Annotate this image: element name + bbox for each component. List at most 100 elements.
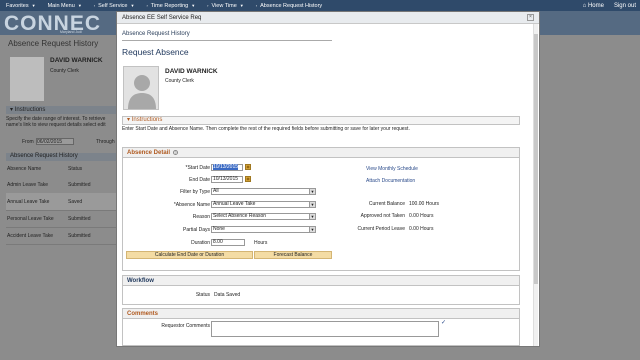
row-name-link[interactable]: Annual Leave Take: [6, 199, 68, 205]
nav-favorites-label: Favorites: [6, 2, 29, 9]
avatar: [10, 57, 44, 101]
logo-subtitle: Maryland Judi: [60, 30, 82, 34]
row-name-link[interactable]: Admin Leave Take: [6, 182, 68, 188]
table-row[interactable]: Admin Leave Take Submitted: [6, 176, 116, 194]
start-date-label: *Start Date: [185, 165, 210, 171]
person-icon: [128, 75, 156, 109]
table-row[interactable]: Accident Leave Take Submitted: [6, 227, 116, 245]
chevron-down-icon: ▼: [309, 214, 315, 219]
absence-detail-header: Absence Detail?: [123, 148, 519, 158]
nav-self-service-label: Self Service: [98, 2, 128, 9]
reason-label: Reason: [192, 214, 210, 220]
column-header-name: Absence Name: [7, 166, 42, 172]
instructions-text-2: name's link to view request details sele…: [6, 122, 106, 128]
status-value: Data Saved: [214, 292, 241, 298]
partial-days-label: Partial Days: [183, 227, 210, 233]
employee-role: County Clerk: [165, 78, 194, 84]
breadcrumb[interactable]: Absence Request History: [122, 31, 190, 37]
logo-text: CONNEC: [4, 12, 102, 35]
instructions-label: Instructions: [14, 107, 46, 113]
request-title: Request Absence: [122, 47, 189, 57]
page-title: Absence Request History: [8, 39, 99, 48]
scrollbar-thumb[interactable]: [534, 34, 538, 284]
chevron-down-icon: ▼: [309, 227, 315, 232]
absence-name-value: Annual Leave Take: [213, 201, 256, 207]
from-date-input[interactable]: 06/02/2015: [36, 138, 74, 145]
spell-check-icon[interactable]: ✓: [441, 319, 446, 326]
absence-request-modal: Absence EE Self Service Req × Absence Re…: [116, 11, 540, 347]
table-row[interactable]: Personal Leave Take Submitted: [6, 210, 116, 228]
workflow-header: Workflow: [123, 276, 519, 286]
start-date-input[interactable]: 10/13/2015: [211, 164, 243, 171]
reason-select[interactable]: Select Absence Reason ▼: [211, 213, 316, 220]
attach-documentation-link[interactable]: Attach Documentation: [366, 178, 415, 184]
chevron-down-icon: ▼: [31, 3, 36, 8]
modal-title-bar: Absence EE Self Service Req ×: [117, 12, 539, 24]
end-date-input[interactable]: 10/13/2015: [211, 176, 243, 183]
forecast-balance-button[interactable]: Forecast Balance: [254, 251, 332, 259]
partial-days-select[interactable]: None ▼: [211, 226, 316, 233]
home-icon: ⌂: [582, 2, 587, 9]
duration-unit: Hours: [254, 240, 268, 246]
filter-type-value: All: [213, 188, 219, 194]
nav-view-time[interactable]: › View Time ▼: [201, 3, 250, 9]
calculate-end-date-button[interactable]: Calculate End Date or Duration: [126, 251, 253, 259]
chevron-down-icon: ▼: [130, 3, 135, 8]
nav-favorites[interactable]: Favorites ▼: [0, 3, 42, 9]
duration-label: Duration: [191, 240, 210, 246]
modal-scrollbar[interactable]: [533, 24, 538, 346]
nav-time-reporting[interactable]: › Time Reporting ▼: [140, 3, 201, 9]
current-period-leave-value: 0.00 Hours: [409, 226, 434, 232]
partial-days-value: None: [213, 226, 225, 232]
nav-view-time-label: View Time: [211, 2, 237, 9]
collapse-icon: ▾: [127, 117, 131, 123]
instructions-section[interactable]: ▾ Instructions: [6, 106, 116, 114]
view-monthly-schedule-link[interactable]: View Monthly Schedule: [366, 166, 418, 172]
current-balance-label: Current Balance: [368, 201, 405, 207]
chevron-down-icon: ▼: [77, 3, 82, 8]
avatar: [123, 66, 159, 110]
row-status: Submitted: [68, 181, 91, 188]
calendar-icon[interactable]: ▦: [245, 164, 251, 170]
chevron-down-icon: ▼: [309, 202, 315, 207]
requestor-comments-label: Requestor Comments: [161, 323, 210, 329]
breadcrumb-divider: [122, 40, 332, 41]
from-label: From: [22, 139, 34, 145]
chevron-right-icon: ›: [207, 3, 209, 8]
chevron-down-icon: ▼: [191, 3, 196, 8]
table-row[interactable]: Annual Leave Take Saved: [6, 193, 116, 211]
filter-type-select[interactable]: All ▼: [211, 188, 316, 195]
nav-main-menu-label: Main Menu: [47, 2, 75, 9]
requestor-comments-textarea[interactable]: [211, 321, 439, 337]
home-link[interactable]: ⌂ Home: [583, 3, 604, 9]
filter-type-label: Filter by Type: [180, 189, 210, 195]
close-icon[interactable]: ×: [527, 14, 534, 21]
nav-time-reporting-label: Time Reporting: [150, 2, 189, 9]
nav-self-service[interactable]: › Self Service ▼: [88, 3, 141, 9]
status-label: Status: [195, 292, 210, 298]
calendar-icon[interactable]: ▦: [245, 176, 251, 182]
modal-title: Absence EE Self Service Req: [122, 14, 202, 21]
start-date-value: 10/13/2015: [213, 164, 239, 170]
employee-name: DAVID WARNICK: [165, 68, 218, 75]
nav-absence-history-label: Absence Request History: [260, 2, 323, 9]
end-date-label: End Date: [189, 177, 210, 183]
top-navigation-bar: Favorites ▼ Main Menu ▼ › Self Service ▼ › Ti…: [0, 0, 640, 11]
nav-main-menu[interactable]: Main Menu ▼: [42, 3, 88, 9]
help-icon[interactable]: ?: [173, 149, 179, 155]
chevron-down-icon: ▼: [239, 3, 244, 8]
nav-absence-request-history[interactable]: › Absence Request History: [250, 3, 328, 9]
row-name-link[interactable]: Accident Leave Take: [6, 233, 68, 239]
history-section-header: Absence Request History: [6, 153, 116, 161]
instructions-text: Enter Start Date and Absence Name. Then …: [122, 126, 410, 132]
absence-name-select[interactable]: Annual Leave Take ▼: [211, 201, 316, 208]
signout-link[interactable]: Sign out: [614, 3, 636, 9]
instructions-section[interactable]: ▾ Instructions: [122, 116, 520, 125]
row-name-link[interactable]: Personal Leave Take: [6, 216, 68, 222]
absence-detail-label: Absence Detail: [127, 150, 171, 156]
absence-name-label: *Absence Name: [173, 202, 210, 208]
current-period-leave-label: Current Period Leave: [357, 226, 405, 232]
collapse-icon: ▾: [10, 107, 14, 113]
chevron-right-icon: ›: [146, 3, 148, 8]
duration-input[interactable]: 8.00: [211, 239, 245, 246]
